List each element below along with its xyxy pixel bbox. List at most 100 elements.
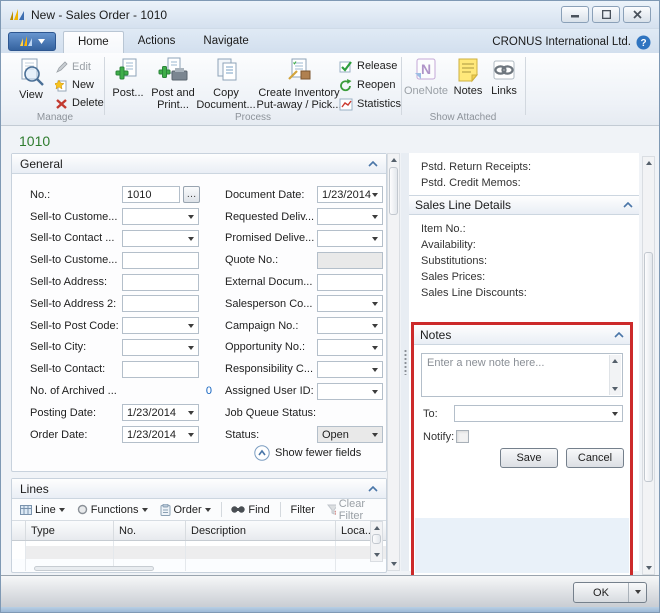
sell-to-customer-name-field[interactable] <box>122 252 199 269</box>
help-button[interactable]: ? <box>636 35 651 53</box>
field-row: Sell-to Contact: <box>30 358 218 380</box>
grid-row[interactable] <box>12 546 386 559</box>
status-field[interactable]: Open <box>317 426 383 443</box>
assist-edit-button[interactable]: … <box>183 186 200 203</box>
tab-navigate[interactable]: Navigate <box>189 31 262 53</box>
sell-to-customer-no-field[interactable] <box>122 208 199 225</box>
show-fewer-fields-button[interactable]: Show fewer fields <box>254 445 361 461</box>
availability-item[interactable]: Availability: <box>421 237 627 253</box>
note-scrollbar[interactable] <box>609 355 621 395</box>
requested-delivery-date-field[interactable] <box>317 208 383 225</box>
column-header-description[interactable]: Description <box>186 521 336 540</box>
pstd-credit-memos-item[interactable]: Pstd. Credit Memos: <box>421 175 627 191</box>
tab-actions[interactable]: Actions <box>124 31 190 53</box>
create-inventory-putaway-pick-button[interactable]: Create Inventory Put-away / Pick... <box>255 57 343 111</box>
column-header-no[interactable]: No. <box>114 521 186 540</box>
sales-prices-item[interactable]: Sales Prices: <box>421 269 627 285</box>
note-input[interactable]: Enter a new note here... <box>421 353 623 397</box>
field-row: Posting Date: 1/23/2014 <box>30 402 218 424</box>
group-separator <box>104 57 105 115</box>
sales-line-discounts-item[interactable]: Sales Line Discounts: <box>421 285 627 301</box>
substitutions-item[interactable]: Substitutions: <box>421 253 627 269</box>
general-title: General <box>20 157 63 171</box>
factbox-pane: Pstd. Return Receipts: Pstd. Credit Memo… <box>409 153 639 571</box>
save-note-button[interactable]: Save <box>500 448 558 468</box>
process-group-label: Process <box>107 112 399 123</box>
no-field[interactable]: 1010 <box>122 186 180 203</box>
new-button[interactable]: New <box>55 77 104 93</box>
create-inventory-putaway-pick-label: Create Inventory Put-away / Pick... <box>255 87 343 111</box>
pstd-return-receipts-item[interactable]: Pstd. Return Receipts: <box>421 159 627 175</box>
note-to-field[interactable] <box>454 405 623 422</box>
clear-filter-button[interactable]: Clear Filter <box>323 496 382 524</box>
sales-order-window: New - Sales Order - 1010 Home Actions Na… <box>0 0 660 613</box>
find-button[interactable]: Find <box>227 502 273 518</box>
document-date-field[interactable]: 1/23/2014 <box>317 186 383 203</box>
right-pane-scrollbar[interactable] <box>642 156 655 575</box>
pane-splitter[interactable] <box>401 153 409 571</box>
assigned-user-id-field[interactable] <box>317 383 383 400</box>
field-row: Sell-to Custome... <box>30 249 218 271</box>
ribbon-group-manage: View Edit New Delete Manage <box>7 55 103 125</box>
post-button[interactable]: Post... <box>109 57 147 99</box>
grid-horizontal-scrollbar[interactable] <box>34 566 154 571</box>
release-button[interactable]: Release <box>339 58 401 74</box>
ok-button[interactable]: OK <box>573 582 647 603</box>
external-document-no-field[interactable] <box>317 274 383 291</box>
posting-date-field[interactable]: 1/23/2014 <box>122 404 199 421</box>
field-row: Responsibility C... <box>225 358 385 380</box>
cancel-note-button[interactable]: Cancel <box>566 448 624 468</box>
order-date-field[interactable]: 1/23/2014 <box>122 426 199 443</box>
notes-button[interactable]: Notes <box>451 57 485 97</box>
notify-checkbox[interactable] <box>456 430 469 443</box>
delete-button[interactable]: Delete <box>55 95 104 111</box>
post-and-print-button[interactable]: Post and Print... <box>149 57 197 111</box>
maximize-button[interactable] <box>592 6 620 23</box>
view-button[interactable]: View <box>11 57 51 101</box>
sell-to-contact-field[interactable] <box>122 361 199 378</box>
left-pane-scrollbar[interactable] <box>387 153 400 571</box>
functions-menu-button[interactable]: Functions <box>73 502 152 518</box>
to-label: To: <box>423 408 438 420</box>
post-label: Post... <box>112 87 143 99</box>
line-menu-button[interactable]: Line <box>16 502 69 518</box>
lines-grid-header: Type No. Description Loca... <box>12 521 386 541</box>
campaign-no-field[interactable] <box>317 317 383 334</box>
promised-delivery-date-field[interactable] <box>317 230 383 247</box>
tab-home[interactable]: Home <box>63 31 124 53</box>
edit-button[interactable]: Edit <box>55 59 104 75</box>
sell-to-post-code-field[interactable] <box>122 317 199 334</box>
reopen-button[interactable]: Reopen <box>339 77 401 93</box>
column-header-location[interactable]: Loca... <box>336 521 370 540</box>
onenote-button[interactable]: N OneNote <box>403 57 449 97</box>
copy-document-button[interactable]: Copy Document... <box>199 57 253 111</box>
sell-to-address-field[interactable] <box>122 274 199 291</box>
minimize-button[interactable] <box>561 6 589 23</box>
opportunity-no-field[interactable] <box>317 339 383 356</box>
collapse-chevron-icon[interactable] <box>623 202 633 208</box>
notes-header[interactable]: Notes <box>414 325 630 345</box>
collapse-chevron-icon[interactable] <box>368 161 378 167</box>
statistics-button[interactable]: Statistics <box>339 96 401 112</box>
sell-to-contact-no-field[interactable] <box>122 230 199 247</box>
collapse-chevron-icon[interactable] <box>368 486 378 492</box>
item-no-item[interactable]: Item No.: <box>421 221 627 237</box>
find-label: Find <box>248 504 269 516</box>
column-header-type[interactable]: Type <box>26 521 114 540</box>
filter-button[interactable]: Filter <box>287 502 319 518</box>
sales-line-details-header[interactable]: Sales Line Details <box>409 195 639 215</box>
no-of-archived-value[interactable]: 0 <box>122 385 218 397</box>
salesperson-code-field[interactable] <box>317 295 383 312</box>
field-row: Job Queue Status: <box>225 402 385 424</box>
links-button[interactable]: Links <box>487 57 521 97</box>
responsibility-center-field[interactable] <box>317 361 383 378</box>
sell-to-address2-field[interactable] <box>122 295 199 312</box>
collapse-chevron-icon[interactable] <box>614 332 624 338</box>
sell-to-city-field[interactable] <box>122 339 199 356</box>
close-button[interactable] <box>623 6 651 23</box>
ok-dropdown-arrow[interactable] <box>628 583 646 602</box>
application-menu-button[interactable] <box>8 32 56 51</box>
order-menu-button[interactable]: Order <box>156 502 215 518</box>
general-fasttab-header[interactable]: General <box>12 154 386 174</box>
grid-vertical-scrollbar[interactable] <box>370 521 383 562</box>
